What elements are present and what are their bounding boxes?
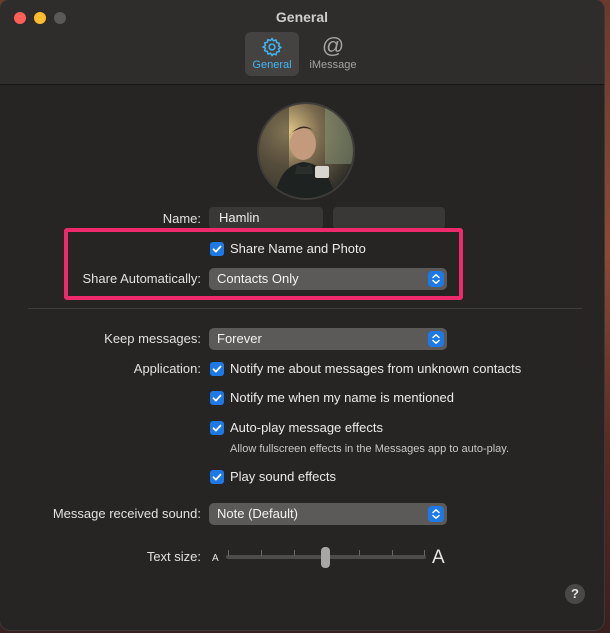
slider-tick (228, 550, 229, 556)
message-received-sound-value: Note (Default) (217, 506, 298, 521)
keep-messages-label: Keep messages: (104, 331, 201, 346)
window-title: General (275, 9, 329, 25)
checkmark-icon (212, 365, 222, 373)
share-name-photo-checkbox[interactable] (210, 242, 224, 256)
auto-play-effects-checkbox[interactable] (210, 421, 224, 435)
checkmark-icon (212, 473, 222, 481)
slider-tick (424, 550, 425, 556)
slider-tick (359, 550, 360, 556)
text-size-slider-knob[interactable] (321, 547, 330, 568)
slider-tick (261, 550, 262, 556)
play-sound-effects-label: Play sound effects (230, 469, 336, 484)
toolbar: General General @ iMessage (0, 0, 604, 85)
profile-avatar[interactable] (257, 102, 355, 200)
notify-mentioned-checkbox[interactable] (210, 391, 224, 405)
at-icon: @ (321, 33, 345, 58)
share-automatically-popup[interactable]: Contacts Only (209, 268, 447, 290)
tab-imessage-label: iMessage (309, 59, 357, 71)
tab-general-label: General (252, 59, 292, 71)
share-name-photo-label: Share Name and Photo (230, 241, 366, 256)
play-sound-effects-checkbox[interactable] (210, 470, 224, 484)
checkmark-icon (212, 245, 222, 253)
notify-mentioned-label: Notify me when my name is mentioned (230, 390, 454, 405)
last-name-field[interactable] (333, 207, 445, 229)
slider-tick (392, 550, 393, 556)
auto-play-subtext: Allow fullscreen effects in the Messages… (230, 443, 510, 455)
section-divider (28, 308, 582, 309)
text-size-small-label: A (212, 553, 219, 564)
tab-imessage[interactable]: @ iMessage (304, 32, 362, 76)
preferences-window: General General @ iMessage Name: Hamlin … (0, 0, 604, 630)
text-size-label: Text size: (146, 549, 201, 564)
notify-unknown-label: Notify me about messages from unknown co… (230, 361, 522, 376)
chevron-updown-icon (428, 331, 444, 347)
name-label: Name: (162, 211, 201, 226)
first-name-field[interactable]: Hamlin (209, 207, 323, 229)
tab-general[interactable]: General (245, 32, 299, 76)
message-received-sound-popup[interactable]: Note (Default) (209, 503, 447, 525)
application-label: Application: (133, 361, 201, 376)
checkmark-icon (212, 394, 222, 402)
chevron-updown-icon (428, 506, 444, 522)
message-received-sound-label: Message received sound: (52, 506, 201, 521)
text-size-large-label: A (432, 547, 445, 568)
slider-tick (294, 550, 295, 556)
share-automatically-value: Contacts Only (217, 271, 299, 286)
checkmark-icon (212, 424, 222, 432)
share-automatically-label: Share Automatically: (82, 271, 201, 286)
auto-play-effects-label: Auto-play message effects (230, 420, 383, 435)
help-button[interactable]: ? (565, 584, 585, 604)
keep-messages-popup[interactable]: Forever (209, 328, 447, 350)
chevron-updown-icon (428, 271, 444, 287)
keep-messages-value: Forever (217, 331, 262, 346)
notify-unknown-checkbox[interactable] (210, 362, 224, 376)
